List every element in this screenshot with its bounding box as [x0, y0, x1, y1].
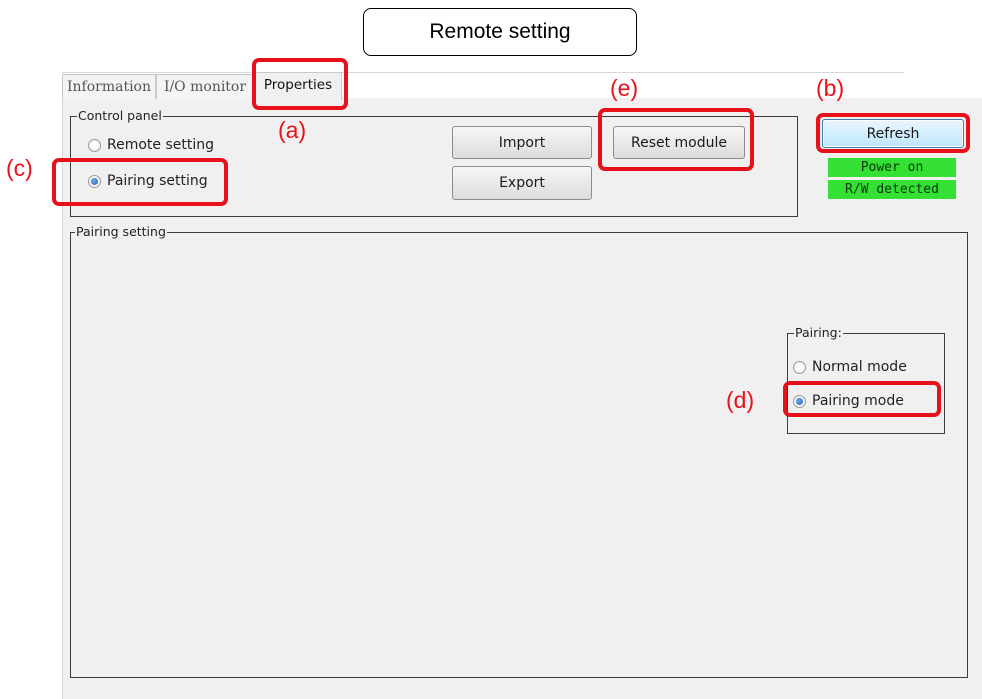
page-heading: Remote setting — [363, 8, 637, 56]
screenshot-stage: Remote setting Information I/O monitor P… — [0, 0, 982, 699]
annotation-b: (b) — [816, 75, 845, 101]
annotation-e: (e) — [610, 75, 639, 101]
radio-off-icon — [793, 360, 806, 374]
callout-refresh-button — [816, 113, 970, 153]
annotation-d: (d) — [726, 387, 755, 413]
callout-pairing-setting — [52, 158, 228, 206]
power-status-indicator: Power on — [828, 158, 956, 177]
callout-pairing-mode — [783, 381, 941, 417]
callout-properties-tab — [252, 58, 348, 110]
callout-reset-module — [598, 108, 754, 171]
pairing-mode-title: Pairing: — [794, 325, 843, 341]
control-panel-title: Control panel — [77, 108, 163, 124]
normal-mode-label: Normal mode — [812, 359, 907, 375]
pairing-setting-title: Pairing setting — [75, 224, 167, 240]
import-button[interactable]: Import — [452, 126, 592, 159]
annotation-c: (c) — [6, 155, 33, 181]
remote-setting-label: Remote setting — [107, 137, 215, 153]
normal-mode-radio[interactable]: Normal mode — [793, 359, 907, 375]
remote-setting-radio[interactable]: Remote setting — [88, 137, 214, 153]
tab-information[interactable]: Information — [62, 74, 156, 99]
export-button[interactable]: Export — [452, 166, 592, 200]
tab-io-monitor[interactable]: I/O monitor — [156, 74, 254, 99]
annotation-a: (a) — [278, 117, 307, 143]
pairing-setting-group: Pairing setting — [70, 224, 968, 678]
radio-off-icon — [88, 138, 101, 152]
tabstrip-divider — [62, 72, 904, 73]
rw-status-indicator: R/W detected — [828, 180, 956, 199]
